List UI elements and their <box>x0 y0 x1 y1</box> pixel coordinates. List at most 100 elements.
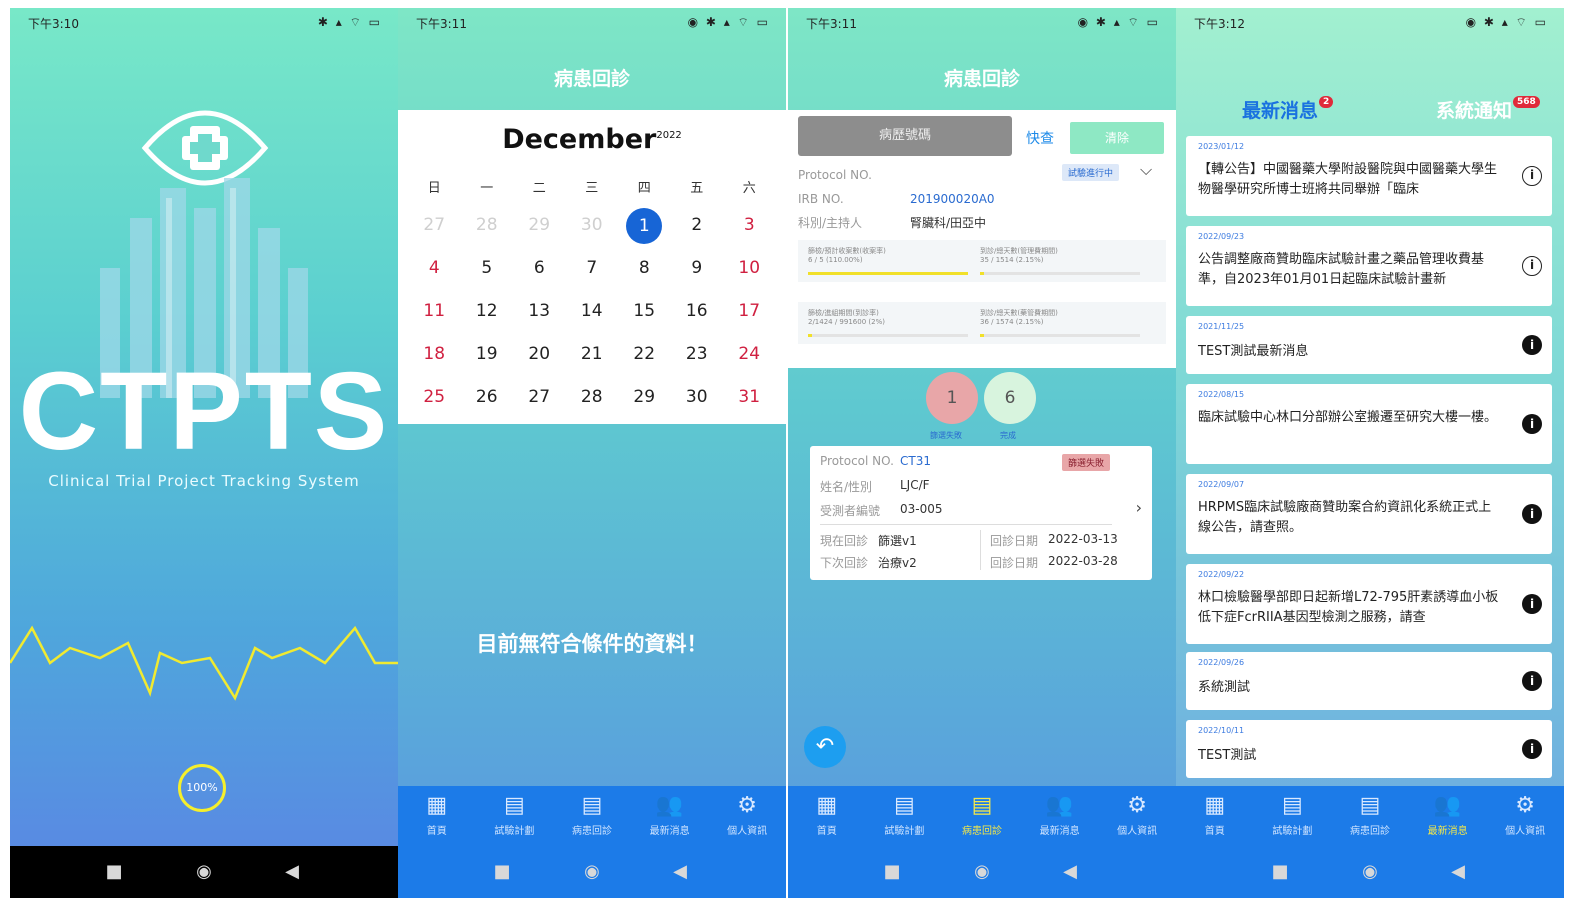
current-visit-label: 現在回診 <box>820 534 869 548</box>
calendar-day[interactable]: 27 <box>513 376 566 419</box>
back-icon[interactable]: ◀ <box>282 862 302 882</box>
calendar-day[interactable]: 14 <box>566 290 619 333</box>
status-icons: ◉ ✱ ▴ ⌔ ▭ <box>1465 15 1548 29</box>
tab-home[interactable]: ▦ 首頁 <box>398 786 476 846</box>
calendar-day[interactable]: 20 <box>513 333 566 376</box>
calendar-day[interactable]: 9 <box>671 247 724 290</box>
news-item[interactable]: 2023/01/12 【轉公告】中國醫藥大學附設醫院與中國醫藥大學生物醫學研究所博… <box>1186 136 1552 216</box>
news-item[interactable]: 2022/10/11 TEST測試 i <box>1186 720 1552 778</box>
tab-home[interactable]: ▦ 首頁 <box>788 786 866 846</box>
tab-latest-news[interactable]: 👥 最新消息 <box>631 786 709 846</box>
count-complete[interactable]: 6 <box>984 372 1036 424</box>
tab-latest-news[interactable]: 👥 最新消息 <box>1021 786 1099 846</box>
calendar-day[interactable]: 1 <box>618 204 671 247</box>
tab-system-notice[interactable]: 系統通知 568 <box>1436 96 1540 123</box>
news-date: 2023/01/12 <box>1198 142 1245 151</box>
calendar-day[interactable]: 2 <box>671 204 724 247</box>
tab-trial-plans[interactable]: ▤ 試驗計劃 <box>866 786 944 846</box>
news-item[interactable]: 2022/09/26 系統測試 i <box>1186 652 1552 710</box>
tab-latest-news[interactable]: 最新消息 2 <box>1242 96 1334 123</box>
calendar-day[interactable]: 30 <box>671 376 724 419</box>
calendar-day[interactable]: 28 <box>461 204 514 247</box>
calendar-day[interactable]: 18 <box>408 333 461 376</box>
calendar-day[interactable]: 25 <box>408 376 461 419</box>
calendar-day[interactable]: 6 <box>513 247 566 290</box>
home-icon[interactable]: ◉ <box>1360 862 1380 882</box>
calendar-day[interactable]: 30 <box>566 204 619 247</box>
patient-card[interactable]: Protocol NO. CT31 篩選失敗 姓名/性別 LJC/F 受測者編號… <box>810 446 1152 580</box>
back-arrow-button[interactable]: ↶ <box>804 726 846 768</box>
clipboard-icon: ▤ <box>893 793 915 818</box>
info-icon[interactable]: i <box>1522 166 1542 186</box>
calendar-day[interactable]: 28 <box>566 376 619 419</box>
calendar-day[interactable]: 29 <box>513 204 566 247</box>
calendar-day[interactable]: 24 <box>723 333 776 376</box>
tab-patient-visit[interactable]: ▤ 病患回診 <box>943 786 1021 846</box>
calendar-day[interactable]: 19 <box>461 333 514 376</box>
calendar-day[interactable]: 11 <box>408 290 461 333</box>
news-item[interactable]: 2022/09/22 林口檢驗醫學部即日起新增L72-795肝素誘導血小板低下症F… <box>1186 564 1552 644</box>
gear-icon: ⚙ <box>1515 793 1536 818</box>
news-item[interactable]: 2022/09/07 HRPMS臨床試驗廠商贊助案合約資訊化系統正式上線公告，請查… <box>1186 474 1552 554</box>
tab-home[interactable]: ▦ 首頁 <box>1176 786 1254 846</box>
calendar-day[interactable]: 10 <box>723 247 776 290</box>
info-icon[interactable]: i <box>1522 256 1542 276</box>
tab-trial-plans[interactable]: ▤ 試驗計劃 <box>1254 786 1332 846</box>
home-icon[interactable]: ◉ <box>972 862 992 882</box>
tab-trial-plans[interactable]: ▤ 試驗計劃 <box>476 786 554 846</box>
back-icon[interactable]: ◀ <box>1060 862 1080 882</box>
info-icon[interactable]: i <box>1522 671 1542 691</box>
home-icon[interactable]: ◉ <box>194 862 214 882</box>
info-icon[interactable]: i <box>1522 594 1542 614</box>
news-item[interactable]: 2022/09/23 公告調整廠商贊助臨床試驗計畫之藥品管理收費基準，自2023年… <box>1186 226 1552 306</box>
calendar-day[interactable]: 13 <box>513 290 566 333</box>
calendar-day[interactable]: 21 <box>566 333 619 376</box>
year-label: 2022 <box>656 130 682 141</box>
calendar-day[interactable]: 23 <box>671 333 724 376</box>
news-item[interactable]: 2022/08/15 臨床試驗中心林口分部辦公室搬遷至研究大樓一樓。 i <box>1186 384 1552 464</box>
tab-label: 試驗計劃 <box>494 826 535 837</box>
info-icon[interactable]: i <box>1522 414 1542 434</box>
protocol-label: Protocol NO. <box>820 454 894 468</box>
recent-apps-icon[interactable]: ■ <box>882 862 902 882</box>
calendar-day[interactable]: 8 <box>618 247 671 290</box>
quick-search-button[interactable]: 快查 <box>1026 128 1054 148</box>
tab-patient-visit[interactable]: ▤ 病患回診 <box>1331 786 1409 846</box>
back-icon[interactable]: ◀ <box>1448 862 1468 882</box>
tab-patient-visit[interactable]: ▤ 病患回診 <box>553 786 631 846</box>
clear-button[interactable]: 清除 <box>1070 122 1164 154</box>
recent-apps-icon[interactable]: ■ <box>1270 862 1290 882</box>
info-icon[interactable]: i <box>1522 335 1542 355</box>
clipboard-icon: ▤ <box>971 793 993 818</box>
calendar-day[interactable]: 7 <box>566 247 619 290</box>
tab-profile[interactable]: ⚙ 個人資訊 <box>708 786 786 846</box>
calendar-day[interactable]: 3 <box>723 204 776 247</box>
tab-profile[interactable]: ⚙ 個人資訊 <box>1486 786 1564 846</box>
tab-profile[interactable]: ⚙ 個人資訊 <box>1098 786 1176 846</box>
calendar-day[interactable]: 22 <box>618 333 671 376</box>
record-number-button[interactable]: 病歷號碼 <box>798 116 1012 156</box>
calendar-day[interactable]: 27 <box>408 204 461 247</box>
calendar-day[interactable]: 17 <box>723 290 776 333</box>
info-icon[interactable]: i <box>1522 739 1542 759</box>
stat-title: 到診/總天數(藥管費期間) <box>980 309 1058 317</box>
calendar-day[interactable]: 31 <box>723 376 776 419</box>
calendar-day[interactable]: 15 <box>618 290 671 333</box>
count-screen-fail[interactable]: 1 <box>926 372 978 424</box>
chevron-down-icon[interactable]: ⌵ <box>1140 160 1152 180</box>
home-icon[interactable]: ◉ <box>582 862 602 882</box>
recent-apps-icon[interactable]: ■ <box>104 862 124 882</box>
name-value: LJC/F <box>900 478 930 492</box>
calendar-day[interactable]: 12 <box>461 290 514 333</box>
calendar-day[interactable]: 4 <box>408 247 461 290</box>
system-nav-bar: ■ ◉ ◀ <box>788 846 1176 898</box>
tab-latest-news[interactable]: 👥 最新消息 <box>1409 786 1487 846</box>
calendar-day[interactable]: 29 <box>618 376 671 419</box>
back-icon[interactable]: ◀ <box>670 862 690 882</box>
calendar-day[interactable]: 16 <box>671 290 724 333</box>
calendar-day[interactable]: 26 <box>461 376 514 419</box>
recent-apps-icon[interactable]: ■ <box>492 862 512 882</box>
info-icon[interactable]: i <box>1522 504 1542 524</box>
news-item[interactable]: 2021/11/25 TEST測試最新消息 i <box>1186 316 1552 374</box>
calendar-day[interactable]: 5 <box>461 247 514 290</box>
